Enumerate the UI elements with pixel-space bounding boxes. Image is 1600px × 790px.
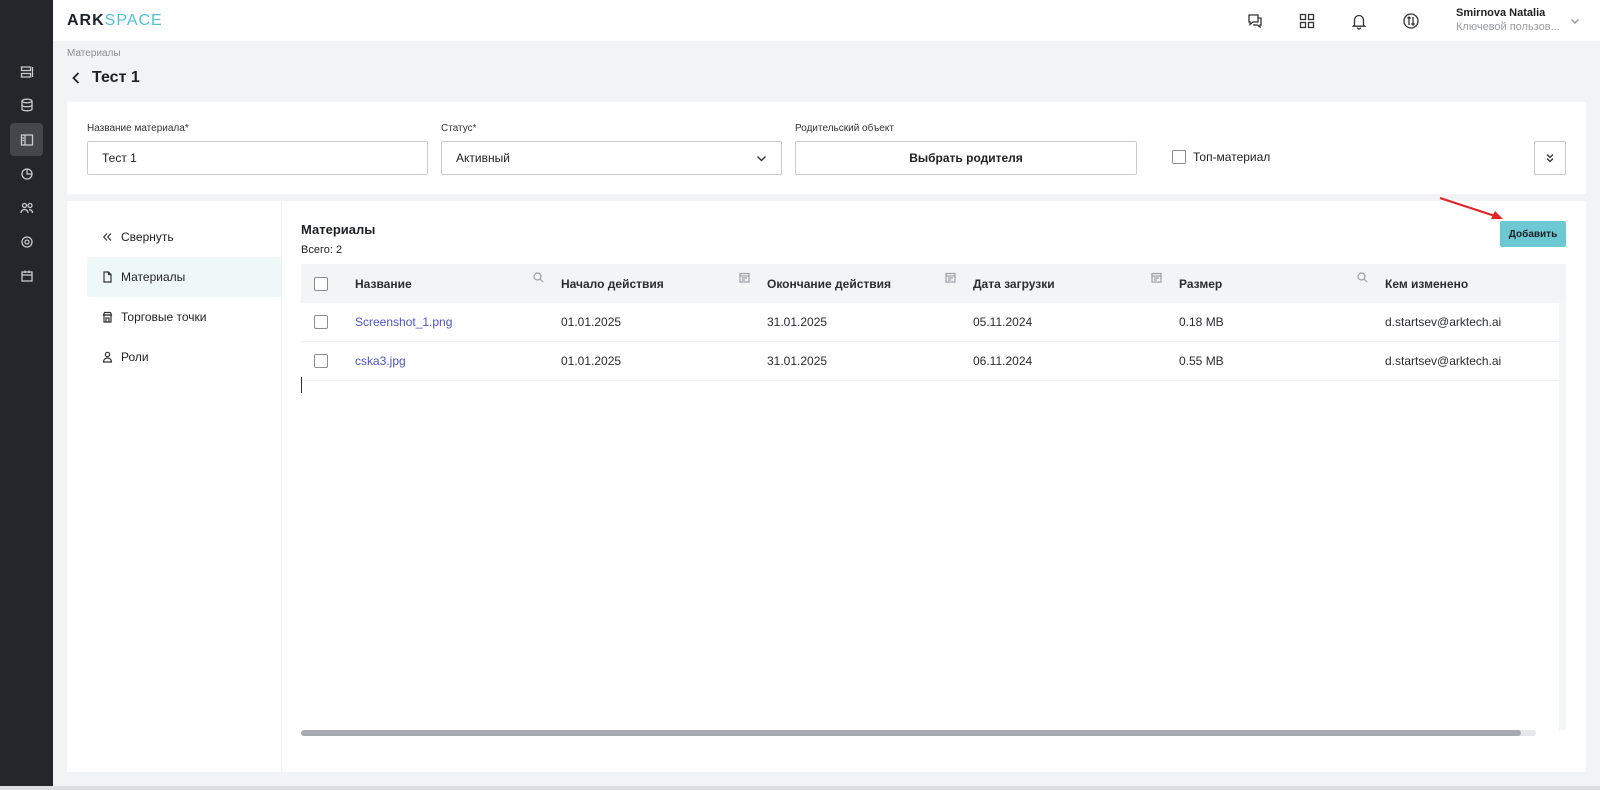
start-date: 01.01.2025: [561, 315, 622, 329]
top-bar: ARKSPACE Smirnova Natalia Ключевой польз…: [53, 0, 1600, 41]
rail-settings-icon[interactable]: [10, 225, 43, 258]
sidebar-item-stores[interactable]: Торговые точки: [87, 297, 282, 337]
row-checkbox[interactable]: [314, 354, 328, 368]
user-icon: [102, 351, 113, 363]
upload-date: 06.11.2024: [973, 354, 1033, 368]
column-header-name[interactable]: Название: [355, 271, 561, 291]
total-count: Всего: 2: [301, 244, 343, 256]
left-rail: [0, 0, 53, 790]
top-material-toggle: Топ-материал: [1172, 150, 1270, 164]
column-header-label: Начало действия: [561, 276, 664, 291]
column-header-label: Название: [355, 276, 412, 291]
main-card: Свернуть Материалы Торговые точки Роли М…: [67, 197, 1586, 772]
double-chevron-left-icon: [102, 233, 112, 241]
text-cursor: [301, 377, 302, 393]
rail-pie-chart-icon[interactable]: [10, 157, 43, 190]
store-icon: [102, 311, 113, 323]
file-size: 0.18 MB: [1179, 315, 1224, 329]
rail-catalog-icon[interactable]: [10, 123, 43, 156]
column-header-uploaded[interactable]: Дата загрузки: [973, 272, 1179, 291]
column-header-end[interactable]: Окончание действия: [767, 272, 973, 291]
status-label: Статус*: [441, 123, 477, 134]
search-icon[interactable]: [1357, 271, 1369, 284]
bottom-strip: [0, 786, 1600, 790]
materials-table: Название Начало действия Окончание дейст…: [301, 264, 1566, 381]
status-value: Активный: [456, 151, 510, 165]
end-date: 31.01.2025: [767, 354, 828, 368]
file-size: 0.55 MB: [1179, 354, 1224, 368]
name-label: Название материала*: [87, 123, 189, 134]
document-icon: [103, 271, 112, 283]
breadcrumb[interactable]: Материалы: [67, 48, 121, 59]
top-material-checkbox[interactable]: [1172, 150, 1186, 164]
horizontal-scrollbar-thumb[interactable]: [301, 730, 1521, 736]
start-date: 01.01.2025: [561, 354, 622, 368]
sync-icon[interactable]: [1400, 10, 1422, 32]
top-material-label: Топ-материал: [1193, 150, 1271, 164]
title-row: Тест 1: [70, 69, 140, 87]
status-select[interactable]: Активный: [441, 141, 782, 175]
calendar-filter-icon[interactable]: [945, 272, 957, 284]
chevron-down-icon: [756, 153, 767, 167]
vertical-scrollbar[interactable]: [1559, 300, 1566, 730]
back-arrow-icon[interactable]: [70, 71, 84, 85]
help-chat-icon[interactable]: [1244, 10, 1266, 32]
chevron-down-icon[interactable]: [1570, 14, 1582, 26]
select-parent-button[interactable]: Выбрать родителя: [795, 141, 1137, 175]
column-header-changed-by[interactable]: Кем изменено: [1385, 277, 1520, 291]
rail-calendar-icon[interactable]: [10, 259, 43, 292]
rail-database-icon[interactable]: [10, 88, 43, 121]
sidebar-item-label: Материалы: [121, 270, 186, 284]
rail-users-icon[interactable]: [10, 191, 43, 224]
column-header-label: Дата загрузки: [973, 276, 1055, 291]
column-header-label: Размер: [1179, 276, 1223, 291]
column-header-start[interactable]: Начало действия: [561, 272, 767, 291]
sidebar-item-roles[interactable]: Роли: [87, 337, 282, 377]
page-title: Тест 1: [92, 69, 140, 86]
column-header-label: Окончание действия: [767, 276, 892, 291]
annotation-arrow: [1439, 197, 1503, 219]
sidebar-item-label: Свернуть: [121, 230, 174, 244]
user-name: Smirnova Natalia: [1456, 7, 1546, 19]
file-name-link[interactable]: cska3.jpg: [355, 354, 406, 368]
column-header-label: Кем изменено: [1385, 276, 1469, 291]
calendar-filter-icon[interactable]: [1151, 272, 1163, 284]
table-header: Название Начало действия Окончание дейст…: [301, 264, 1566, 303]
parent-label: Родительский объект: [795, 123, 894, 134]
add-button[interactable]: Добавить: [1500, 221, 1566, 247]
user-menu[interactable]: Smirnova Natalia Ключевой пользов...: [1456, 7, 1584, 33]
table-row[interactable]: Screenshot_1.png 01.01.2025 31.01.2025 0…: [301, 303, 1566, 342]
upload-date: 05.11.2024: [973, 315, 1033, 329]
section-title: Материалы: [301, 222, 376, 237]
rail-servers-icon[interactable]: [10, 55, 43, 88]
calendar-filter-icon[interactable]: [739, 272, 751, 284]
sidebar-item-label: Роли: [121, 350, 149, 364]
side-divider: [281, 201, 282, 772]
side-menu: Свернуть Материалы Торговые точки Роли: [87, 217, 282, 377]
search-icon[interactable]: [533, 271, 545, 284]
row-checkbox[interactable]: [314, 315, 328, 329]
app-logo[interactable]: ARKSPACE: [67, 12, 163, 30]
sidebar-item-materials[interactable]: Материалы: [87, 257, 282, 297]
apps-grid-icon[interactable]: [1296, 10, 1318, 32]
user-role: Ключевой пользов...: [1456, 21, 1560, 33]
material-form: Название материала* Тест 1 Статус* Актив…: [67, 102, 1586, 194]
sidebar-item-collapse[interactable]: Свернуть: [87, 217, 282, 257]
material-name-input[interactable]: Тест 1: [87, 141, 428, 175]
end-date: 31.01.2025: [767, 315, 828, 329]
changed-by: d.startsev@arktech.ai: [1385, 315, 1502, 329]
changed-by: d.startsev@arktech.ai: [1385, 354, 1502, 368]
table-row[interactable]: cska3.jpg 01.01.2025 31.01.2025 06.11.20…: [301, 342, 1566, 381]
column-header-size[interactable]: Размер: [1179, 271, 1385, 291]
material-name-value: Тест 1: [102, 151, 137, 165]
expand-form-button[interactable]: [1534, 141, 1566, 175]
select-parent-label: Выбрать родителя: [909, 151, 1023, 165]
bell-icon[interactable]: [1348, 10, 1370, 32]
file-name-link[interactable]: Screenshot_1.png: [355, 315, 452, 329]
double-chevron-down-icon: [1546, 154, 1554, 163]
select-all-checkbox[interactable]: [314, 276, 328, 291]
sidebar-item-label: Торговые точки: [121, 310, 207, 324]
